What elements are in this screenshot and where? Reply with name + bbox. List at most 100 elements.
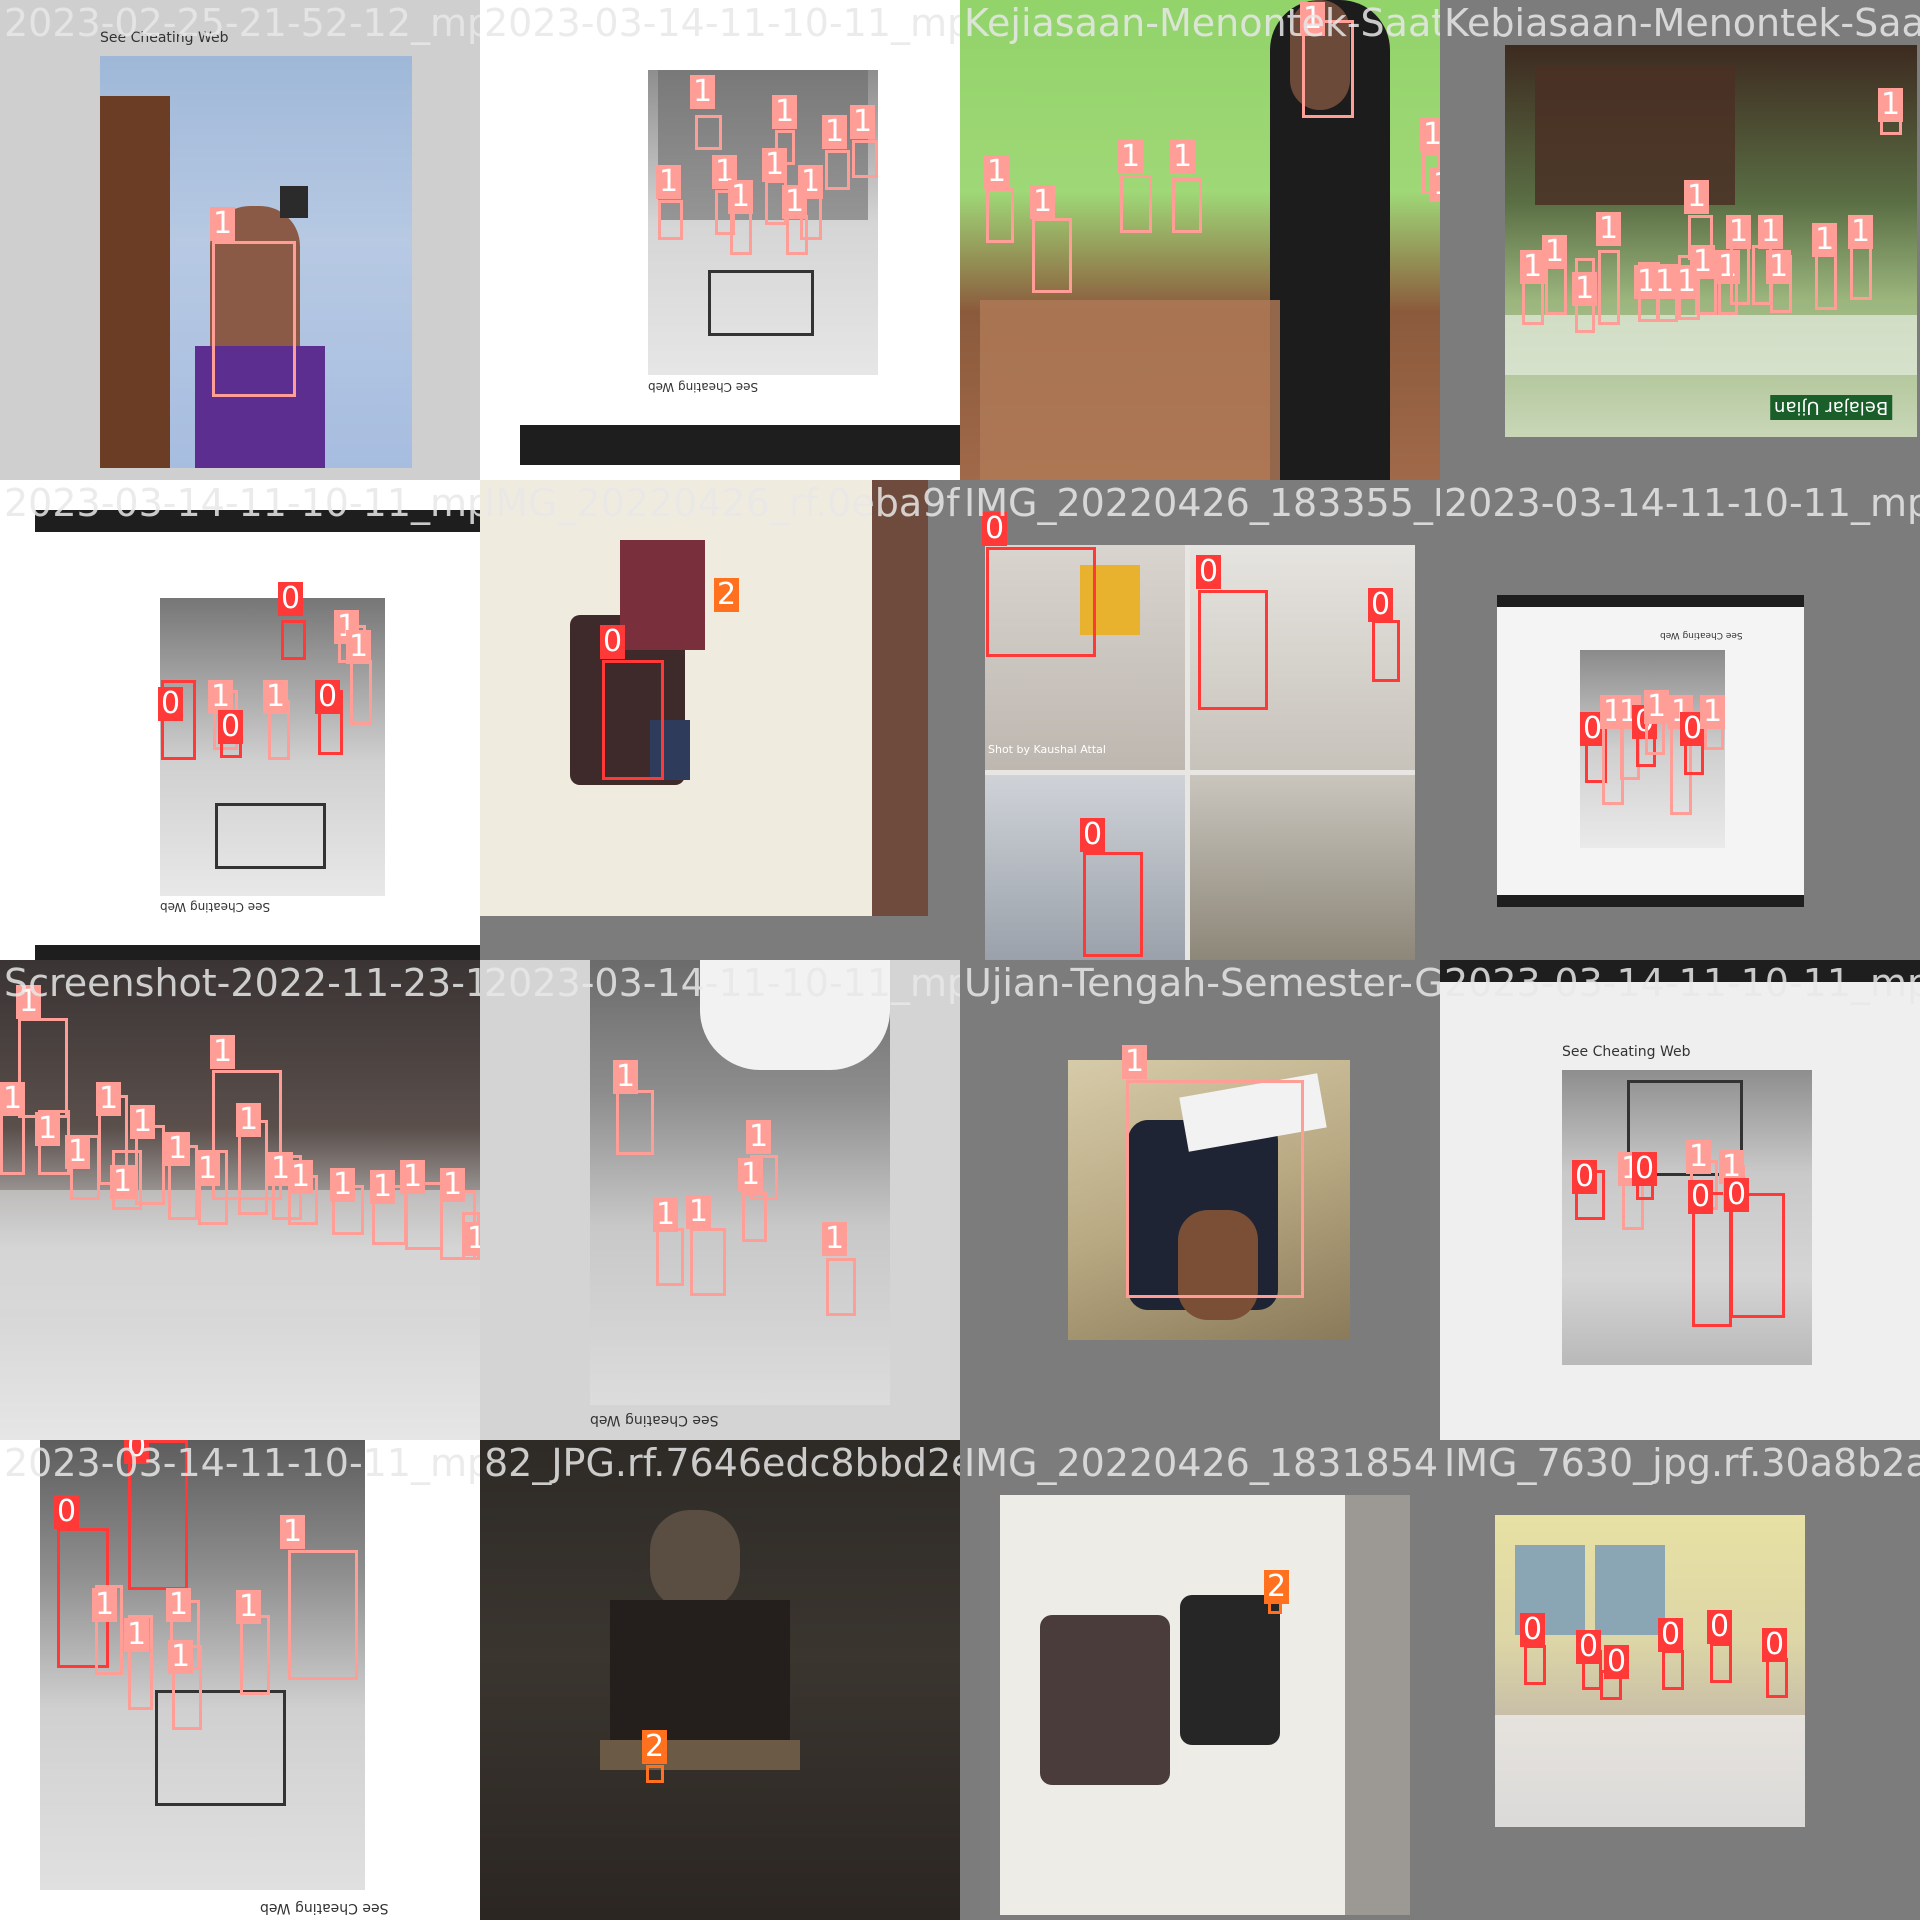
class-label: 1 [690,75,716,109]
class-label: 1 [195,1152,221,1186]
class-label: 1 [110,1165,136,1199]
class-label: 1 [1686,1140,1712,1174]
watermark: See Cheating Web [160,900,271,914]
bounding-box [852,140,878,178]
class-label: 1 [1596,212,1622,246]
bounding-box [1752,245,1772,305]
bounding-box [1766,1658,1788,1698]
class-label: 0 [600,625,626,659]
class-label: 1 [16,985,42,1019]
class-label: 1 [1644,690,1670,724]
mosaic-tile: 2 82_JPG.rf.7646edc8bbd2e67 [480,1440,960,1920]
class-label: 1 [165,1132,191,1166]
class-label: 1 [130,1105,156,1139]
bounding-box [730,210,752,255]
class-label: 0 [315,680,341,714]
bounding-box [658,200,683,240]
bounding-box [350,660,372,725]
class-label: 1 [746,1120,772,1154]
class-label: 1 [1300,2,1326,36]
bounding-box [742,1192,767,1242]
class-label: 1 [464,1222,480,1256]
class-label: 0 [1080,818,1106,852]
class-label: 1 [1726,215,1752,249]
class-label: 0 [1632,1152,1658,1186]
class-label: 1 [850,105,876,139]
class-label: 0 [1688,1180,1714,1214]
class-label: 0 [124,1440,150,1464]
class-label: 1 [210,207,236,241]
bounding-box [1172,178,1202,233]
class-label: 0 [218,710,244,744]
bounding-box [1850,245,1872,300]
mosaic-tile: 0 0 0 0 0 0 IMG_7630_jpg.rf.30a8b2aa7 [1440,1440,1920,1920]
bounding-box [1710,1643,1732,1683]
class-label: 0 [1368,588,1394,622]
watermark: See Cheating Web [100,30,229,46]
class-label: 1 [1430,168,1440,202]
bounding-box [786,215,808,255]
bounding-box [281,620,306,660]
photo [480,1440,960,1920]
class-label: 1 [124,1618,150,1652]
class-label: 1 [1848,215,1874,249]
bounding-box [616,1090,654,1155]
class-label: 0 [1520,1613,1546,1647]
class-label: 1 [1572,272,1598,306]
class-label: 1 [984,155,1010,189]
class-label: 0 [1658,1618,1684,1652]
bounding-box [1120,175,1152,233]
class-label: 1 [1684,180,1710,214]
bounding-box [1126,1080,1304,1298]
watermark: See Cheating Web [1562,1044,1691,1060]
mosaic-tile: 1 1 1 1 1 1 1 Kejiasaan-Menontek-Saat [960,0,1440,480]
class-label: 1 [35,1112,61,1146]
bounding-box [1524,1645,1546,1685]
class-label: 1 [656,165,682,199]
mosaic-tile: 2 0 IMG_20220426_rf.0eba9f708 [480,480,960,960]
class-label: 0 [54,1495,80,1529]
class-label: 2 [714,578,740,612]
bounding-box [826,1258,856,1316]
class-label: 1 [166,1588,192,1622]
class-label: 2 [1264,1570,1290,1604]
mosaic-tile: Belajar Ujian 1 1 1 1 1 1 1 1 1 1 1 1 1 … [1440,0,1920,480]
class-label: 1 [330,1168,356,1202]
bounding-box [656,1228,684,1286]
mosaic-tile: See Cheating Web 1 2023-02-25-21-52-12_m… [0,0,480,480]
class-label: 0 [982,512,1008,546]
mosaic-tile: See Cheating Web 0 1 0 1 0 1 0 2023-03-1… [1440,960,1920,1440]
mosaic-grid: See Cheating Web 1 2023-02-25-21-52-12_m… [0,0,1920,1920]
class-label: 1 [1758,215,1784,249]
mosaic-tile: 2 IMG_20220426_183185470 [960,1440,1440,1920]
bounding-box [690,1228,726,1296]
class-label: 1 [236,1103,262,1137]
class-label: 1 [822,115,848,149]
class-label: 1 [1170,140,1196,174]
bounding-box [1730,245,1750,305]
watermark: Belajar Ujian [1770,395,1893,420]
class-label: 0 [1196,555,1222,589]
class-label: 0 [1724,1178,1750,1212]
bounding-box [825,150,850,190]
class-label: 1 [1118,140,1144,174]
class-label: 1 [822,1222,848,1256]
class-label: 1 [210,1035,236,1069]
bounding-box [1198,590,1268,710]
class-label: 1 [613,1060,639,1094]
class-label: 0 [1604,1645,1630,1679]
class-label: 1 [400,1160,426,1194]
photo [480,480,928,916]
bounding-box [1083,852,1143,957]
class-label: 1 [1690,245,1716,279]
bounding-box [695,115,722,150]
class-label: 1 [1542,235,1568,269]
bounding-box [212,241,296,397]
class-label: 1 [288,1160,314,1194]
watermark: Shot by Kaushal Attal [988,743,1106,756]
class-label: 1 [280,1515,306,1549]
bounding-box [646,1765,664,1783]
class-label: 0 [1572,1160,1598,1194]
bounding-box [602,660,664,780]
class-label: 1 [1812,223,1838,257]
